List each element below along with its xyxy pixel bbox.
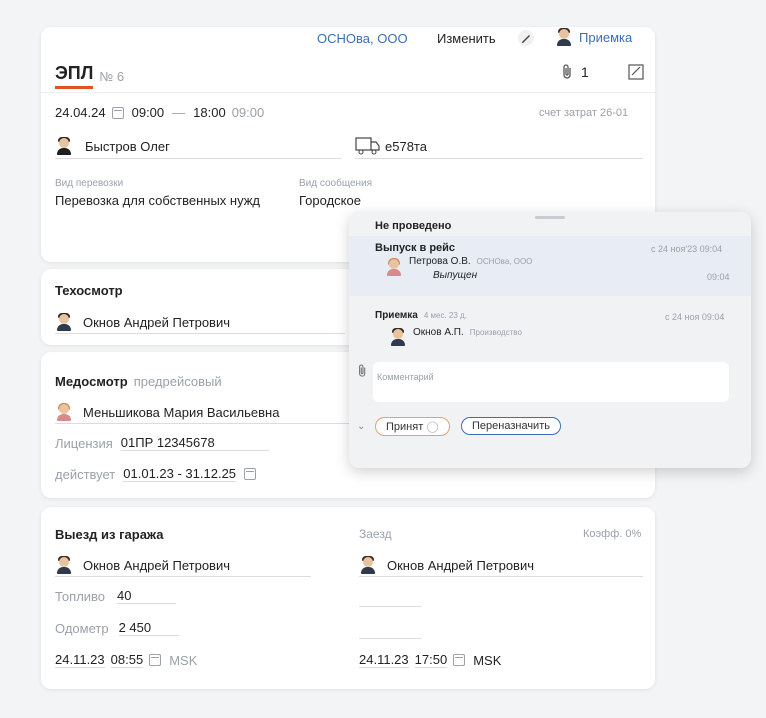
valid-row: действует 01.01.23 - 31.12.25 (55, 466, 257, 482)
license-row: Лицензия 01ПР 12345678 (55, 435, 269, 451)
step1-state: Выпущен (433, 270, 478, 281)
return-fuel-field[interactable] (359, 606, 421, 607)
person-icon (55, 556, 73, 574)
page-title: ЭПЛ № 6 (55, 63, 124, 89)
calendar-icon (111, 106, 124, 119)
chevron-down-icon[interactable]: ⌄ (357, 421, 365, 432)
med-person-field[interactable]: Меньшикова Мария Васильевна (55, 401, 349, 424)
pencil-icon[interactable] (517, 29, 535, 47)
approval-popup: Не проведено Выпуск в рейс с 24 ноя'23 0… (349, 212, 751, 468)
license-value[interactable]: 01ПР 12345678 (120, 435, 269, 451)
person-icon (55, 403, 73, 421)
status-label: Не проведено (375, 220, 452, 232)
calendar-icon[interactable] (244, 468, 257, 480)
tech-title: Техосмотр (55, 283, 123, 298)
step1-person: Петрова О.В. ОСНОва, ООО (409, 256, 533, 267)
odometer-value[interactable]: 2 450 (118, 620, 180, 636)
step-acceptance[interactable]: Приемка 4 мес. 23 д. (375, 310, 467, 321)
seal-icon: ◯ (426, 421, 439, 433)
truck-icon (355, 137, 380, 155)
med-title: Медосмотр предрейсовый (55, 374, 222, 389)
step1-avatar-icon (385, 258, 403, 276)
cost-account: счет затрат 26-01 (539, 107, 629, 119)
step1-date: с 24 ноя'23 09:04 (651, 244, 723, 254)
sign-icon[interactable] (627, 63, 645, 81)
return-title: Заезд (359, 527, 392, 541)
return-datetime-field[interactable]: 24.11.23 17:50 MSK (359, 652, 501, 668)
avatar-icon (555, 28, 573, 46)
calendar-icon[interactable] (453, 654, 466, 666)
fuel-row: Топливо 40 (55, 588, 176, 604)
attachments-button[interactable]: 1 (561, 64, 589, 80)
exit-person-field[interactable]: Окнов Андрей Петрович (55, 554, 311, 577)
step2-date: с 24 ноя 09:04 (665, 312, 725, 322)
message-type-value[interactable]: Городское (299, 193, 361, 208)
attach-icon[interactable] (357, 364, 369, 378)
driver-avatar-icon (55, 137, 73, 155)
exit-datetime-field[interactable]: 24.11.23 08:55 MSK (55, 652, 197, 668)
valid-value[interactable]: 01.01.23 - 31.12.25 (123, 466, 237, 482)
exit-title: Выезд из гаража (55, 527, 164, 542)
driver-field[interactable]: Быстров Олег (55, 134, 341, 159)
message-type-label: Вид сообщения (299, 178, 373, 189)
coef-label: Коэфф. 0% (583, 528, 642, 540)
fuel-value[interactable]: 40 (117, 588, 176, 604)
step1-time: 09:04 (707, 272, 730, 282)
transport-type-label: Вид перевозки (55, 178, 124, 189)
step2-person: Окнов А.П. Производство (413, 327, 522, 338)
calendar-icon[interactable] (149, 654, 162, 666)
drag-handle[interactable] (535, 216, 565, 219)
person-icon (55, 313, 73, 331)
reassign-button[interactable]: Переназначить (461, 417, 561, 435)
role-button[interactable]: Приемка (555, 28, 632, 46)
edit-button[interactable]: Изменить (437, 31, 496, 46)
transport-type-value[interactable]: Перевозка для собственных нужд (55, 193, 260, 208)
return-odometer-field[interactable] (359, 638, 421, 639)
return-person-field[interactable]: Окнов Андрей Петрович (359, 554, 643, 577)
accept-button[interactable]: Принят ◯ (375, 417, 450, 436)
person-icon (359, 556, 377, 574)
odometer-row: Одометр 2 450 (55, 620, 180, 636)
paperclip-icon (563, 64, 571, 79)
step2-avatar-icon (389, 328, 407, 346)
comment-input[interactable]: Комментарий (373, 362, 729, 402)
step-release[interactable]: Выпуск в рейс с 24 ноя'23 09:04 Петрова … (349, 236, 751, 296)
step1-title: Выпуск в рейс (375, 242, 456, 254)
garage-card: Выезд из гаража Заезд Коэфф. 0% Окнов Ан… (41, 507, 655, 689)
trip-date-field[interactable]: 24.04.24 09:00 — 18:00 09:00 (55, 105, 264, 120)
org-name[interactable]: ОСНОва, ООО (317, 31, 408, 46)
tech-person-field[interactable]: Окнов Андрей Петрович (55, 311, 345, 334)
vehicle-field[interactable]: е578та (355, 134, 643, 159)
